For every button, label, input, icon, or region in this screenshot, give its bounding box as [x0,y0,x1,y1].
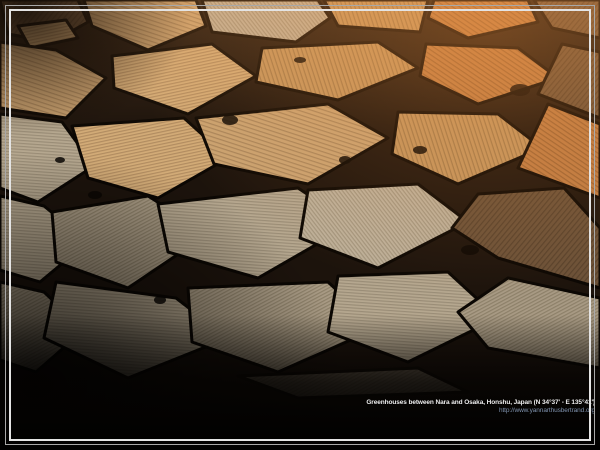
shade-overlay-bottom [0,0,600,450]
caption-location-text: Greenhouses between Nara and Osaka, Hons… [366,399,595,407]
caption-url-text: http://www.yannarthusbertrand.org [366,407,595,414]
wallpaper-screenshot: Greenhouses between Nara and Osaka, Hons… [0,0,600,450]
aerial-photo-greenhouses [0,0,600,450]
photo-caption: Greenhouses between Nara and Osaka, Hons… [366,399,595,414]
